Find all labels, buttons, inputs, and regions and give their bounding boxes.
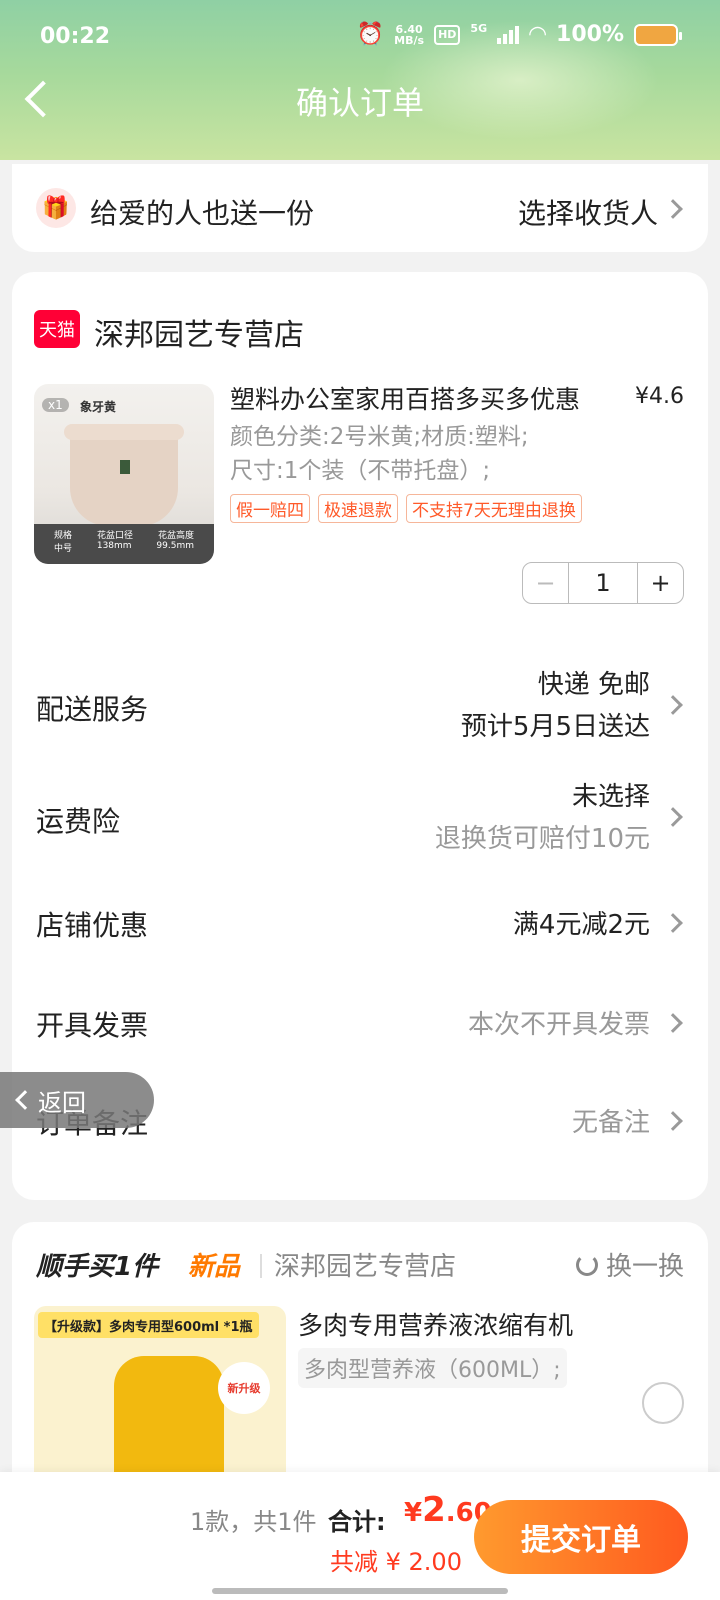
product-sku: 颜色分类:2号米黄;材质:塑料; 尺寸:1个装（不带托盘）; xyxy=(230,420,529,488)
sku-line-2: 尺寸:1个装（不带托盘）; xyxy=(230,458,491,484)
delivery-estimate: 预计5月5日送达 xyxy=(460,712,650,742)
tag-fake-compensation: 假一赔四 xyxy=(230,494,310,523)
insurance-sub: 退换货可赔付10元 xyxy=(434,824,650,854)
discount-value: 满4元减2元 xyxy=(512,910,650,940)
delivery-value: 快递 免邮 xyxy=(537,670,650,700)
chevron-left-icon xyxy=(15,1090,35,1110)
product-title[interactable]: 塑料办公室家用百搭多买多优惠 xyxy=(230,380,610,416)
remark-value: 无备注 xyxy=(571,1108,650,1138)
delivery-row[interactable]: 配送服务 快递 免邮 预计5月5日送达 xyxy=(12,652,708,742)
sku-line-1: 颜色分类:2号米黄;材质:塑料; xyxy=(230,424,529,450)
product-image[interactable]: x1 象牙黄 规格 花盆口径 花盆高度 中号 138mm 99.5mm xyxy=(34,384,214,564)
gift-label: 给爱的人也送一份 xyxy=(90,197,315,230)
battery-icon xyxy=(634,23,682,46)
quantity-value[interactable]: 1 xyxy=(569,563,637,603)
tag-no-7day-return: 不支持7天无理由退换 xyxy=(406,494,582,523)
recommend-shop: 深邦园艺专营店 xyxy=(274,1252,457,1282)
submit-order-button[interactable]: 提交订单 xyxy=(474,1500,688,1574)
shipping-insurance-row[interactable]: 运费险 未选择 退换货可赔付10元 xyxy=(12,768,708,858)
insurance-value: 未选择 xyxy=(571,782,650,812)
floating-back-button[interactable]: 返回 xyxy=(0,1072,154,1128)
total-label: 合计: xyxy=(328,1508,386,1536)
tag-fast-refund: 极速退款 xyxy=(318,494,398,523)
chevron-right-icon xyxy=(663,807,683,827)
shop-discount-row[interactable]: 店铺优惠 满4元减2元 xyxy=(12,884,708,954)
chevron-right-icon xyxy=(663,199,683,219)
quantity-stepper[interactable]: − 1 + xyxy=(522,562,684,604)
flower-pot-graphic xyxy=(64,424,184,526)
chevron-right-icon xyxy=(663,913,683,933)
signal-icon xyxy=(497,25,520,44)
status-indicators: ⏰ 6.40 MB/s HD 5G ◠ 100% xyxy=(356,22,682,47)
invoice-value: 本次不开具发票 xyxy=(467,1010,650,1040)
saved-amount: 共减 ¥ 2.00 xyxy=(330,1548,462,1576)
invoice-row[interactable]: 开具发票 本次不开具发票 xyxy=(12,984,708,1054)
checkout-bar: 1款，共1件 合计: ¥2.60 共减 ¥ 2.00 提交订单 xyxy=(0,1472,720,1600)
tmall-logo: 天猫 xyxy=(34,310,80,348)
status-bar: 00:22 ⏰ 6.40 MB/s HD 5G ◠ 100% xyxy=(0,0,720,76)
chevron-right-icon xyxy=(663,1013,683,1033)
alarm-icon: ⏰ xyxy=(356,22,385,47)
item-count: 1款，共1件 xyxy=(190,1508,317,1536)
select-recipient-link[interactable]: 选择收货人 xyxy=(518,192,658,232)
chevron-right-icon xyxy=(663,695,683,715)
status-time: 00:22 xyxy=(40,24,111,49)
recommend-product-name[interactable]: 多肉专用营养液浓缩有机 xyxy=(298,1306,573,1342)
decrease-button[interactable]: − xyxy=(523,563,569,603)
recommend-banner: 【升级款】多肉专用型600ml *1瓶 xyxy=(38,1312,259,1338)
recommend-product-spec[interactable]: 多肉型营养液（600ML）; xyxy=(298,1348,567,1388)
swap-button[interactable]: 换一换 xyxy=(575,1246,684,1283)
chevron-right-icon xyxy=(663,1111,683,1131)
network-speed: 6.40 MB/s xyxy=(394,22,425,47)
wifi-icon: ◠ xyxy=(529,22,547,47)
order-card: 天猫 深邦园艺专营店 x1 象牙黄 规格 花盆口径 花盆高度 中号 138mm 99.5… xyxy=(12,272,708,1200)
delivery-label: 配送服务 xyxy=(36,693,149,726)
insurance-label: 运费险 xyxy=(36,805,121,838)
product-price: ¥4.6 xyxy=(635,384,684,409)
divider xyxy=(260,1254,262,1278)
nav-bar: 确认订单 xyxy=(0,76,720,124)
refresh-icon xyxy=(575,1253,598,1276)
recommend-select-radio[interactable] xyxy=(642,1382,684,1424)
swap-label: 换一换 xyxy=(605,1252,684,1282)
service-tags: 假一赔四 极速退款 不支持7天无理由退换 xyxy=(230,494,582,523)
shop-name[interactable]: 深邦园艺专营店 xyxy=(94,310,304,354)
battery-percent: 100% xyxy=(556,22,624,47)
increase-button[interactable]: + xyxy=(637,563,683,603)
hd-icon: HD xyxy=(434,24,461,45)
invoice-label: 开具发票 xyxy=(36,1009,149,1042)
floating-back-label: 返回 xyxy=(38,1088,86,1117)
network-type: 5G xyxy=(470,22,488,35)
gift-icon: 🎁 xyxy=(36,188,76,228)
gift-card[interactable]: 🎁 给爱的人也送一份 选择收货人 xyxy=(12,164,708,252)
page-title: 确认订单 xyxy=(295,84,424,122)
spec-table: 规格 花盆口径 花盆高度 中号 138mm 99.5mm xyxy=(34,524,214,564)
recommend-title: 顺手买1件 xyxy=(36,1252,159,1282)
discount-label: 店铺优惠 xyxy=(36,909,149,942)
product-color-tag: 象牙黄 xyxy=(80,400,117,414)
home-indicator[interactable] xyxy=(212,1588,508,1594)
recommend-new-tag: 新品 xyxy=(188,1252,241,1282)
new-upgrade-badge: 新升级 xyxy=(218,1362,270,1414)
